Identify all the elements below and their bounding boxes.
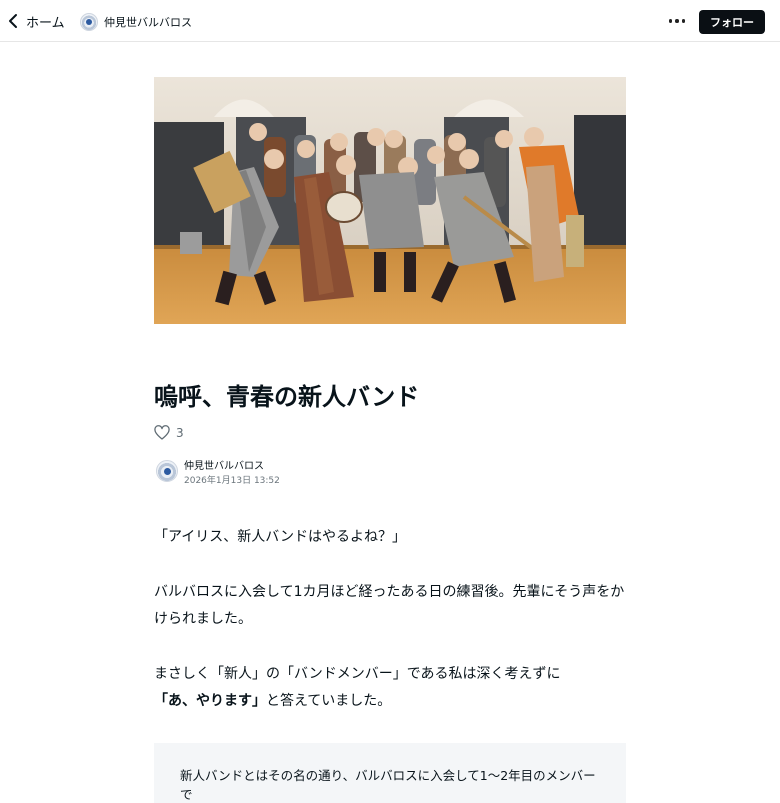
paragraph-2: バルバロスに入会して1カ月ほど経ったある日の練習後。先輩にそう声をか けられまし… bbox=[154, 579, 626, 633]
creator-link[interactable]: 仲見世バルバロス bbox=[80, 11, 192, 33]
author-meta: 仲見世バルバロス 2026年1月13日 13:52 bbox=[184, 457, 280, 486]
paragraph-2-line-1: バルバロスに入会して1カ月ほど経ったある日の練習後。先輩にそう声をか bbox=[154, 584, 625, 600]
paragraph-3-bold: 「あ、やります」 bbox=[154, 693, 266, 709]
back-home-link[interactable]: ホーム bbox=[6, 8, 65, 34]
like-count: 3 bbox=[176, 426, 184, 440]
paragraph-3-line-2: 「あ、やります」と答えていました。 bbox=[154, 688, 626, 715]
info-box: 新人バンドとはその名の通り、バルバロスに入会して1〜2年目のメンバーで bbox=[154, 743, 626, 803]
like-row: 3 bbox=[154, 424, 184, 442]
creator-avatar bbox=[80, 13, 98, 31]
hero-image bbox=[154, 77, 626, 324]
paragraph-3-rest: と答えていました。 bbox=[266, 693, 392, 709]
creator-name: 仲見世バルバロス bbox=[104, 16, 192, 29]
more-options-button[interactable] bbox=[664, 12, 690, 30]
group-photo bbox=[154, 77, 626, 324]
paragraph-3: まさしく「新人」の「バンドメンバー」である私は深く考えずに 「あ、やります」と答… bbox=[154, 661, 626, 715]
paragraph-2-line-2: けられました。 bbox=[154, 611, 252, 627]
chevron-left-icon bbox=[9, 14, 17, 28]
author-name[interactable]: 仲見世バルバロス bbox=[184, 457, 280, 472]
follow-button[interactable]: フォロー bbox=[699, 10, 765, 34]
paragraph-1: 「アイリス、新人バンドはやるよね？」 bbox=[154, 529, 406, 545]
author-avatar[interactable] bbox=[156, 460, 178, 482]
heart-icon[interactable] bbox=[154, 425, 170, 441]
publish-date: 2026年1月13日 13:52 bbox=[184, 475, 280, 486]
top-navigation-bar: ホーム 仲見世バルバロス フォロー bbox=[0, 0, 780, 42]
back-label: ホーム bbox=[26, 15, 65, 31]
article-title: 嗚呼、青春の新人バンド bbox=[154, 383, 420, 411]
more-horizontal-icon bbox=[668, 19, 673, 23]
paragraph-3-line-1: まさしく「新人」の「バンドメンバー」である私は深く考えずに bbox=[154, 666, 561, 682]
author-row[interactable]: 仲見世バルバロス 2026年1月13日 13:52 bbox=[156, 457, 280, 486]
info-box-text: 新人バンドとはその名の通り、バルバロスに入会して1〜2年目のメンバーで bbox=[180, 768, 596, 802]
